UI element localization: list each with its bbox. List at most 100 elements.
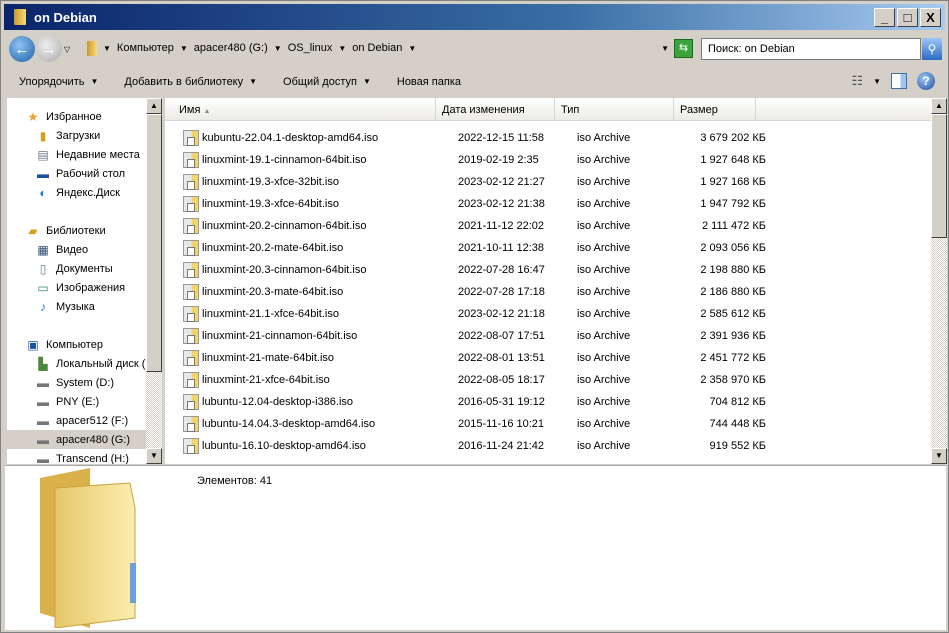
scroll-thumb[interactable] (931, 114, 947, 238)
nav-drive-d[interactable]: ▬ System (D:) (35, 373, 114, 392)
drive-icon: ▬ (37, 432, 49, 447)
chevron-icon[interactable]: ▼ (338, 44, 346, 53)
iso-archive-icon (183, 130, 199, 146)
file-row[interactable]: linuxmint-19.1-cinnamon-64bit.iso 2019-0… (165, 149, 931, 171)
navigation-pane: ★ Избранное ▮ Загрузки ▤ Недавние места ▬ Ра… (7, 98, 146, 464)
file-row[interactable]: lubuntu-12.04-desktop-i386.iso 2016-05-3… (165, 391, 931, 413)
preview-pane-icon[interactable] (891, 73, 907, 89)
search-input[interactable]: Поиск: on Debian (701, 38, 921, 60)
file-row[interactable]: linuxmint-21-xfce-64bit.iso 2022-08-05 1… (165, 369, 931, 391)
nav-drive-e[interactable]: ▬ PNY (E:) (35, 392, 99, 411)
nav-video[interactable]: ▦ Видео (35, 240, 88, 259)
view-options-icon[interactable]: ☷ (851, 73, 863, 89)
breadcrumb-os-linux[interactable]: OS_linux (288, 42, 333, 54)
chevron-icon[interactable]: ▼ (103, 44, 111, 53)
chevron-icon[interactable]: ▼ (180, 44, 188, 53)
view-dropdown-icon[interactable]: ▼ (873, 77, 881, 86)
iso-archive-icon (183, 372, 199, 388)
file-row[interactable]: kubuntu-22.04.1-desktop-amd64.iso 2022-1… (165, 127, 931, 149)
file-name: linuxmint-21-mate-64bit.iso (202, 352, 335, 364)
file-type: iso Archive (577, 308, 631, 320)
file-type: iso Archive (577, 220, 631, 232)
window-title: on Debian (34, 9, 97, 25)
file-type: iso Archive (577, 396, 631, 408)
nav-yandex-disk[interactable]: ◐ Яндекс.Диск (35, 183, 120, 202)
file-row[interactable]: linuxmint-20.3-mate-64bit.iso 2022-07-28… (165, 281, 931, 303)
add-to-library-button[interactable]: Добавить в библиотеку ▼ (110, 76, 269, 88)
scroll-up-button[interactable]: ▲ (931, 98, 947, 114)
new-folder-button[interactable]: Новая папка (383, 76, 473, 88)
help-icon[interactable]: ? (917, 72, 935, 90)
nav-downloads[interactable]: ▮ Загрузки (35, 126, 101, 145)
music-icon: ♪ (40, 299, 46, 314)
file-row[interactable]: linuxmint-21.1-xfce-64bit.iso 2023-02-12… (165, 303, 931, 325)
refresh-button[interactable]: ⇆ (674, 39, 693, 58)
file-type: iso Archive (577, 264, 631, 276)
nav-drive-h[interactable]: ▬ Transcend (H:) (35, 449, 129, 465)
column-header-name[interactable]: Имя ▲ (165, 98, 436, 121)
nav-music[interactable]: ♪ Музыка (35, 297, 95, 316)
file-name: linuxmint-19.3-xfce-64bit.iso (202, 198, 339, 210)
file-row[interactable]: linuxmint-20.2-mate-64bit.iso 2021-10-11… (165, 237, 931, 259)
scroll-down-button[interactable]: ▼ (931, 448, 947, 464)
chevron-icon[interactable]: ▼ (408, 44, 416, 53)
close-button[interactable]: X (920, 8, 941, 27)
file-size: 2 585 612 КБ (700, 308, 766, 320)
documents-icon: ▯ (39, 261, 47, 276)
file-row[interactable]: linuxmint-19.3-xfce-64bit.iso 2023-02-12… (165, 193, 931, 215)
address-bar[interactable]: ▼ Компьютер ▼ apacer480 (G:) ▼ OS_linux … (81, 37, 673, 59)
file-row[interactable]: linuxmint-20.3-cinnamon-64bit.iso 2022-0… (165, 259, 931, 281)
nav-pictures[interactable]: ▭ Изображения (35, 278, 125, 297)
nav-label: System (D:) (56, 376, 115, 389)
minimize-button[interactable]: _ (874, 8, 895, 27)
scroll-down-button[interactable]: ▼ (146, 448, 162, 464)
nav-libraries[interactable]: ▰ Библиотеки (25, 221, 106, 240)
file-row[interactable]: lubuntu-16.10-desktop-amd64.iso 2016-11-… (165, 435, 931, 457)
breadcrumb-computer[interactable]: Компьютер (117, 42, 174, 54)
forward-button[interactable]: → (36, 36, 62, 62)
file-date: 2023-02-12 21:18 (458, 308, 545, 320)
column-header-type[interactable]: Тип (555, 98, 674, 121)
breadcrumb-drive[interactable]: apacer480 (G:) (194, 42, 268, 54)
file-row[interactable]: lubuntu-14.04.3-desktop-amd64.iso 2015-1… (165, 413, 931, 435)
organize-button[interactable]: Упорядочить ▼ (5, 76, 110, 88)
chevron-down-icon: ▼ (362, 77, 371, 86)
scroll-thumb[interactable] (146, 114, 162, 372)
nav-computer[interactable]: ▣ Компьютер (25, 335, 103, 354)
nav-label: Рабочий стол (56, 167, 126, 180)
downloads-folder-icon: ▮ (39, 128, 47, 143)
nav-drive-c[interactable]: ▙ Локальный диск (C:) (35, 354, 146, 373)
file-row[interactable]: linuxmint-19.3-xfce-32bit.iso 2023-02-12… (165, 171, 931, 193)
file-list-scrollbar[interactable]: ▲ ▼ (931, 98, 947, 464)
share-button[interactable]: Общий доступ ▼ (269, 76, 383, 88)
nav-label: Библиотеки (46, 224, 106, 237)
nav-scrollbar[interactable]: ▲ ▼ (146, 98, 162, 464)
breadcrumb-on-debian[interactable]: on Debian (352, 42, 402, 54)
nav-documents[interactable]: ▯ Документы (35, 259, 113, 278)
star-icon: ★ (27, 109, 39, 124)
recent-pages-chevron-icon[interactable]: ▽ (64, 45, 70, 54)
system-drive-icon: ▙ (38, 356, 48, 371)
file-date: 2021-10-11 12:38 (458, 242, 545, 254)
column-header-date[interactable]: Дата изменения (436, 98, 555, 121)
file-size: 2 451 772 КБ (700, 352, 766, 364)
file-type: iso Archive (577, 176, 631, 188)
nav-recent-places[interactable]: ▤ Недавние места (35, 145, 139, 164)
file-row[interactable]: linuxmint-20.2-cinnamon-64bit.iso 2021-1… (165, 215, 931, 237)
file-row[interactable]: linuxmint-21-cinnamon-64bit.iso 2022-08-… (165, 325, 931, 347)
address-history-dropdown-icon[interactable]: ▼ (661, 44, 669, 53)
column-header-size[interactable]: Размер (674, 98, 756, 121)
back-button[interactable]: ← (9, 36, 35, 62)
nav-drive-f[interactable]: ▬ apacer512 (F:) (35, 411, 128, 430)
file-row[interactable]: linuxmint-21-mate-64bit.iso 2022-08-01 1… (165, 347, 931, 369)
iso-archive-icon (183, 240, 199, 256)
nav-drive-g[interactable]: ▬ apacer480 (G:) (7, 430, 146, 449)
nav-favorites[interactable]: ★ Избранное (25, 107, 102, 126)
address-bar-row: ← → ▽ ▼ Компьютер ▼ apacer480 (G:) ▼ OS_… (7, 34, 945, 64)
nav-desktop[interactable]: ▬ Рабочий стол (35, 164, 125, 183)
maximize-button[interactable]: □ (897, 8, 918, 27)
file-date: 2022-12-15 11:58 (458, 132, 545, 144)
chevron-icon[interactable]: ▼ (274, 44, 282, 53)
search-icon[interactable]: ⚲ (922, 38, 942, 60)
scroll-up-button[interactable]: ▲ (146, 98, 162, 114)
